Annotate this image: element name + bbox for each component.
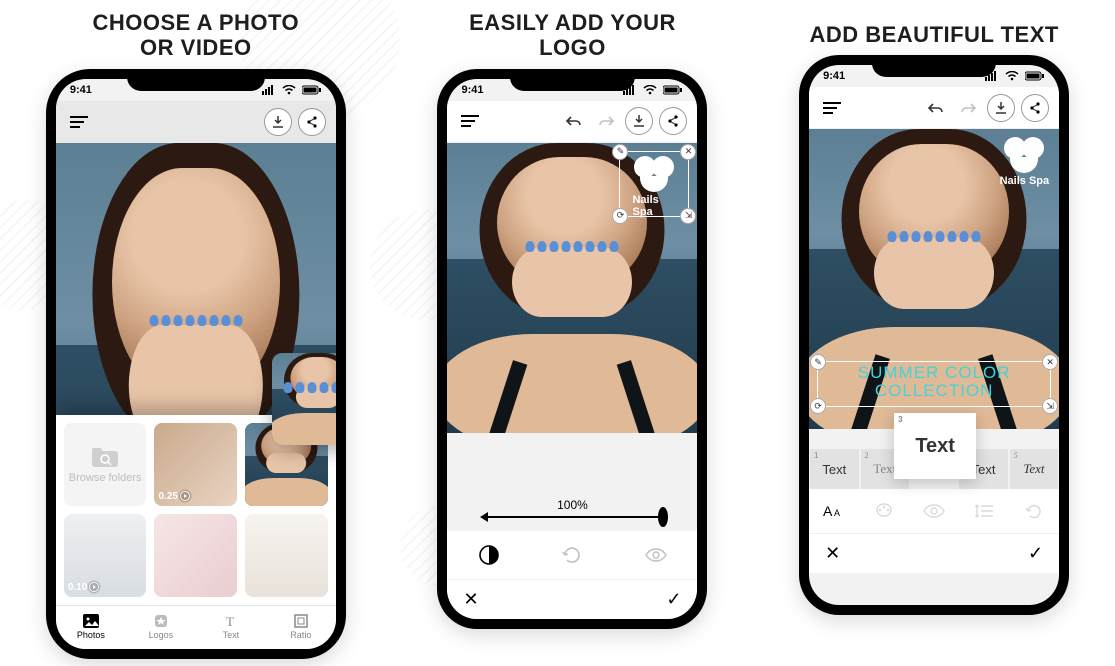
handle-resize-icon[interactable]: ⇲: [680, 208, 696, 224]
color-icon[interactable]: [871, 498, 897, 524]
ratio-icon: [294, 614, 308, 628]
video-duration: 0.25: [158, 491, 189, 502]
logo-selection-box[interactable]: Nails Spa ✎ ✕ ⟳ ⇲: [619, 151, 689, 217]
handle-close-icon[interactable]: ✕: [680, 144, 696, 160]
share-button[interactable]: [659, 107, 687, 135]
cancel-button[interactable]: ✕: [463, 589, 478, 610]
download-button[interactable]: [987, 94, 1015, 122]
overlay-text[interactable]: SUMMER COLOR COLLECTION: [818, 364, 1050, 400]
battery-icon: [302, 85, 322, 95]
gallery-tile[interactable]: 0.10: [64, 514, 147, 597]
play-icon: [89, 582, 99, 592]
redo-icon[interactable]: [593, 108, 619, 134]
font-option-selected[interactable]: 3Text: [894, 413, 976, 479]
download-button[interactable]: [625, 107, 653, 135]
cancel-button[interactable]: ✕: [825, 543, 840, 564]
zoom-value: 100%: [557, 498, 588, 512]
headline-3: ADD BEAUTIFUL TEXT: [809, 22, 1058, 47]
menu-icon[interactable]: [66, 109, 92, 135]
font-option[interactable]: 1Text: [810, 449, 858, 489]
promo-col-2: EASILY ADD YOUR LOGO 9:41: [437, 10, 707, 629]
font-picker: 1Text 2Text 4Text 5Text 3Text: [809, 429, 1059, 489]
main-photo[interactable]: Nails Spa ✎ ✕ ⟳ ⇲: [447, 143, 697, 433]
video-duration: 0.10: [68, 582, 99, 593]
zoom-control[interactable]: 100%: [447, 485, 697, 531]
opacity-icon[interactable]: [471, 537, 507, 573]
tab-logos[interactable]: Logos: [126, 606, 196, 649]
signal-icon: [262, 85, 276, 95]
handle-edit-icon[interactable]: ✎: [612, 144, 628, 160]
phone-3: 9:41: [799, 55, 1069, 615]
logo-shape-icon: [632, 156, 676, 192]
app-promo-stage: CHOOSE A PHOTO OR VIDEO 9:41: [0, 0, 1115, 666]
main-photo[interactable]: Nails Spa SUMMER COLOR COLLECTION ✎ ✕ ⟳ …: [809, 129, 1059, 429]
top-bar: [809, 87, 1059, 129]
status-time: 9:41: [70, 84, 92, 96]
svg-text:A: A: [834, 508, 840, 518]
status-time: 9:41: [823, 70, 845, 82]
undo-icon[interactable]: [561, 108, 587, 134]
svg-text:T: T: [226, 614, 234, 628]
font-option[interactable]: 5Text: [1010, 449, 1058, 489]
folder-search-icon: [91, 446, 119, 468]
confirm-bar: ✕ ✓: [809, 533, 1059, 573]
logo-shape-icon: [1002, 137, 1046, 173]
phone-2: 9:41: [437, 69, 707, 629]
logo-label: Nails Spa: [1000, 175, 1050, 187]
status-time: 9:41: [461, 84, 483, 96]
share-button[interactable]: [298, 108, 326, 136]
gallery-tile[interactable]: [245, 514, 328, 597]
visibility-icon[interactable]: [921, 498, 947, 524]
zoom-slider[interactable]: [482, 516, 662, 518]
canvas-pad: [447, 433, 697, 485]
gallery-tile[interactable]: [154, 514, 237, 597]
logo-badge[interactable]: Nails Spa: [1000, 137, 1050, 187]
menu-icon[interactable]: [819, 95, 845, 121]
bottom-tab-bar: Photos Logos TText Ratio: [56, 605, 336, 649]
promo-col-3: ADD BEAUTIFUL TEXT 9:41: [799, 10, 1069, 615]
confirm-bar: ✕ ✓: [447, 579, 697, 619]
logos-icon: [154, 614, 168, 628]
redo-icon[interactable]: [955, 95, 981, 121]
logo-label: Nails Spa: [632, 194, 676, 218]
text-tool-row: AA: [809, 489, 1059, 533]
browse-folders-tile[interactable]: Browse folders: [64, 423, 147, 506]
logo-tool-row: [447, 531, 697, 579]
tab-photos[interactable]: Photos: [56, 606, 126, 649]
share-button[interactable]: [1021, 94, 1049, 122]
svg-text:A: A: [823, 503, 833, 519]
phone-1: 9:41: [46, 69, 346, 659]
play-icon: [180, 491, 190, 501]
text-selection-box[interactable]: SUMMER COLOR COLLECTION ✎ ✕ ⟳ ⇲: [817, 361, 1051, 407]
tab-text[interactable]: TText: [196, 606, 266, 649]
promo-col-1: CHOOSE A PHOTO OR VIDEO 9:41: [46, 10, 346, 659]
top-bar: [56, 101, 336, 143]
handle-rotate-icon[interactable]: ⟳: [612, 208, 628, 224]
status-indicators: [259, 84, 322, 96]
top-bar: [447, 101, 697, 143]
menu-icon[interactable]: [457, 108, 483, 134]
visibility-icon[interactable]: [638, 537, 674, 573]
confirm-button[interactable]: ✓: [666, 589, 681, 610]
text-icon: T: [224, 614, 238, 628]
tab-ratio[interactable]: Ratio: [266, 606, 336, 649]
headline-2: EASILY ADD YOUR LOGO: [469, 10, 676, 61]
rotate-icon[interactable]: [554, 537, 590, 573]
font-size-icon[interactable]: AA: [821, 498, 847, 524]
confirm-button[interactable]: ✓: [1028, 543, 1043, 564]
rotate-icon[interactable]: [1021, 498, 1047, 524]
wifi-icon: [282, 85, 296, 95]
preview-popup[interactable]: [272, 353, 336, 445]
download-button[interactable]: [264, 108, 292, 136]
photos-icon: [83, 614, 99, 628]
undo-icon[interactable]: [923, 95, 949, 121]
headline-1: CHOOSE A PHOTO OR VIDEO: [93, 10, 300, 61]
logo-badge[interactable]: Nails Spa: [632, 156, 676, 218]
browse-label: Browse folders: [69, 472, 142, 484]
gallery-tile[interactable]: 0.25: [154, 423, 237, 506]
line-spacing-icon[interactable]: [971, 498, 997, 524]
